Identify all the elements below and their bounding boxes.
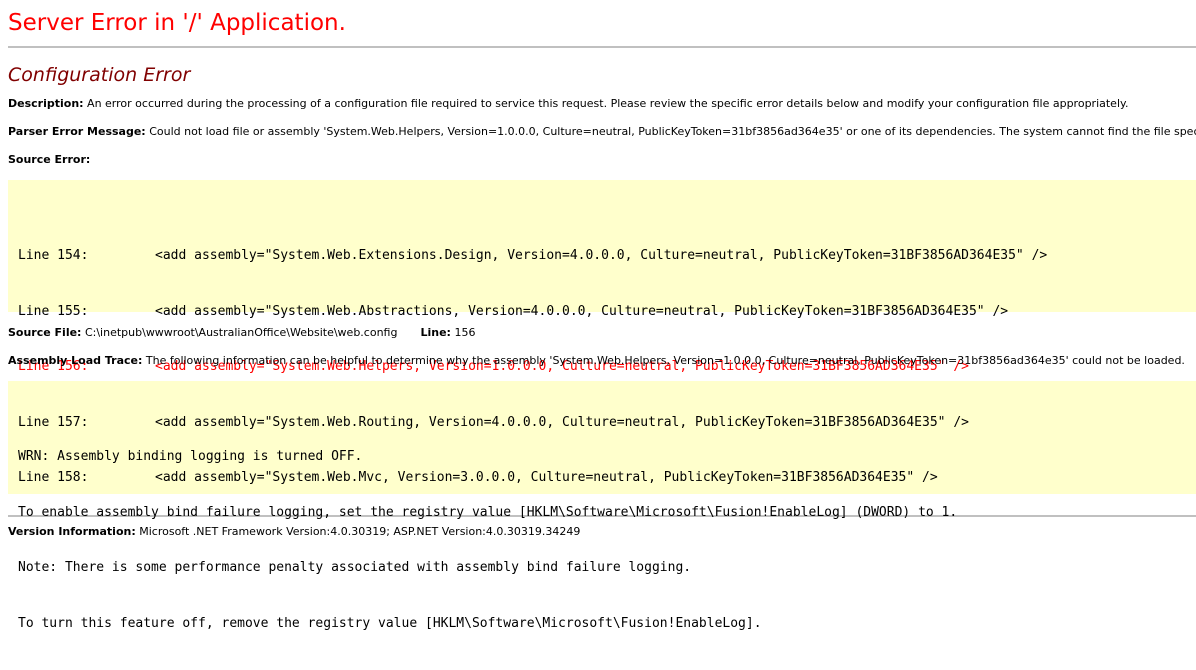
source-error-label: Source Error:	[8, 153, 91, 166]
source-line-code: <add assembly="System.Web.Mvc, Version=3…	[155, 470, 938, 485]
parser-error-paragraph: Parser Error Message: Could not load fil…	[8, 125, 1196, 139]
description-paragraph: Description: An error occurred during th…	[8, 97, 1196, 111]
assembly-trace-paragraph: Assembly Load Trace: The following infor…	[8, 354, 1196, 368]
source-line-value: 156	[454, 326, 476, 339]
source-line-label: Line:	[420, 326, 451, 339]
parser-error-label: Parser Error Message:	[8, 125, 146, 138]
description-label: Description:	[8, 97, 84, 110]
source-line-code: <add assembly="System.Web.Extensions.Des…	[155, 248, 1048, 263]
parser-error-text: Could not load file or assembly 'System.…	[149, 125, 1196, 138]
source-file-label: Source File:	[8, 326, 82, 339]
error-page: Server Error in '/' Application. Configu…	[8, 0, 1196, 631]
source-line: Line 155: <add assembly="System.Web.Abst…	[18, 303, 1186, 322]
source-file-path: C:\inetpub\wwwroot\AustralianOffice\Webs…	[84, 326, 398, 339]
description-text: An error occurred during the processing …	[87, 97, 1129, 110]
source-error-paragraph: Source Error:	[8, 153, 1196, 167]
version-paragraph: Version Information: Microsoft .NET Fram…	[8, 525, 1196, 539]
assembly-trace-text: The following information can be helpful…	[145, 354, 1185, 367]
source-line-number: Line 154:	[18, 248, 89, 263]
assembly-trace-label: Assembly Load Trace:	[8, 354, 143, 367]
trace-log-line: Note: There is some performance penalty …	[18, 560, 692, 575]
source-code-box: Line 154: <add assembly="System.Web.Exte…	[8, 180, 1196, 485]
source-line: Line 154: <add assembly="System.Web.Exte…	[18, 247, 1186, 266]
source-line-code: <add assembly="System.Web.Abstractions, …	[155, 303, 1009, 319]
version-text: Microsoft .NET Framework Version:4.0.303…	[139, 525, 581, 538]
trace-log-line: To enable assembly bind failure logging,…	[18, 504, 958, 520]
trace-log-line: To turn this feature off, remove the reg…	[18, 615, 762, 631]
trace-log-line: WRN: Assembly binding logging is turned …	[18, 449, 363, 464]
error-heading: Configuration Error	[8, 64, 191, 86]
title-divider	[8, 46, 1196, 48]
version-label: Version Information:	[8, 525, 136, 538]
page-title: Server Error in '/' Application.	[8, 10, 346, 36]
source-file-paragraph: Source File: C:\inetpub\wwwroot\Australi…	[8, 326, 1196, 340]
source-line-code: <add assembly="System.Web.Routing, Versi…	[155, 414, 969, 430]
source-line-number: Line 155:	[18, 303, 89, 319]
